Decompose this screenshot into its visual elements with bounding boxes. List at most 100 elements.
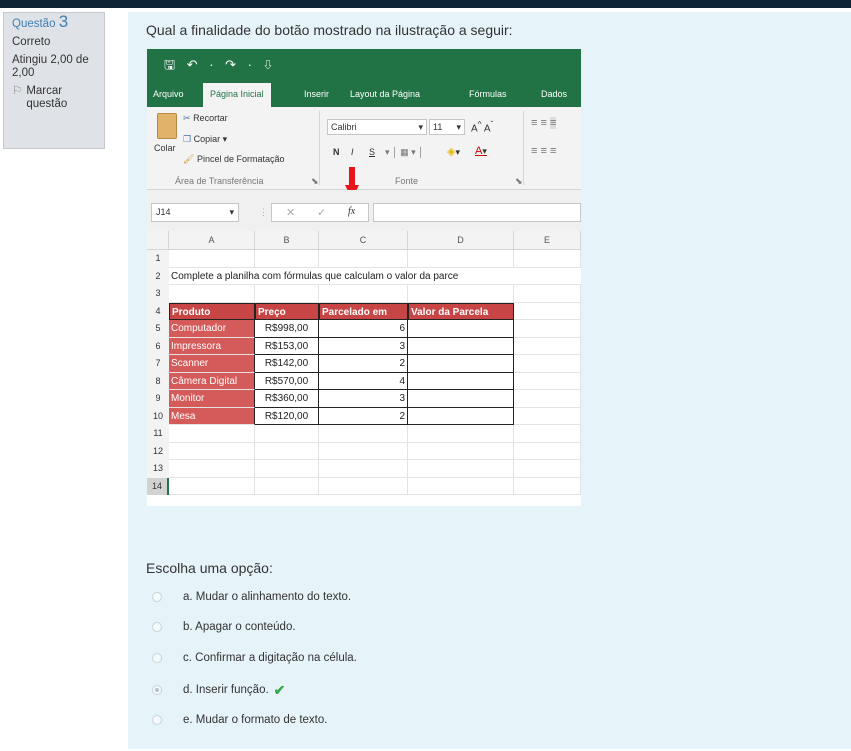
paste-icon — [157, 113, 177, 139]
grid-cell — [408, 425, 514, 443]
formula-bar-dots: ⋮ — [259, 207, 268, 217]
grid-cell — [514, 407, 581, 425]
grid-cell — [255, 442, 319, 460]
grid-cell — [514, 372, 581, 390]
price-cell: R$360,00 — [255, 390, 319, 408]
font-size-select: 11 ▾ — [429, 119, 465, 135]
font-name-select: Calibri ▾ — [327, 119, 427, 135]
tab-inserir: Inserir — [304, 89, 330, 99]
row-header: 8 — [147, 372, 169, 390]
grid-cell — [169, 442, 255, 460]
borders-icon: ▾ │ ▦ ▾ │ — [385, 147, 424, 157]
grid-cell — [514, 337, 581, 355]
option-item[interactable]: c. Confirmar a digitação na célula. — [152, 649, 357, 667]
radio-button[interactable] — [152, 592, 162, 602]
row-header: 10 — [147, 407, 169, 425]
radio-button[interactable] — [152, 715, 162, 725]
grid-cell — [319, 477, 408, 495]
copy-icon: ❐ — [183, 134, 192, 144]
ribbon-divider — [319, 111, 320, 185]
tab-pagina-inicial: Página Inicial — [203, 83, 271, 107]
installment-value-cell — [408, 355, 514, 373]
column-header: D — [408, 231, 514, 250]
brush-icon: 🖌 — [183, 154, 195, 164]
paste-label: Colar — [154, 143, 176, 153]
question-info-panel: Questão 3 Correto Atingiu 2,00 de 2,00 ⚐… — [3, 12, 105, 149]
product-cell: Computador — [169, 320, 255, 338]
table-header-cell: Preço — [255, 302, 319, 320]
row-header: 9 — [147, 390, 169, 408]
cancel-icon: ✕ — [286, 207, 296, 219]
clipboard-group-label: Área de Transferência — [175, 176, 264, 186]
grid-cell — [408, 460, 514, 478]
grid-cell — [319, 285, 408, 303]
column-header: B — [255, 231, 319, 250]
tab-formulas: Fórmulas — [469, 89, 507, 99]
question-number: Questão 3 — [12, 12, 69, 31]
price-cell: R$570,00 — [255, 372, 319, 390]
formula-input — [373, 203, 581, 222]
bold-button: N — [333, 147, 340, 157]
grid-cell — [514, 442, 581, 460]
select-all-corner — [147, 231, 169, 250]
flag-question-link[interactable]: ⚐ Marcar questão — [12, 85, 96, 111]
tab-layout: Layout da Página — [350, 89, 421, 99]
font-group-label: Fonte — [395, 176, 419, 186]
product-cell: Monitor — [169, 390, 255, 408]
enter-icon: ✓ — [317, 207, 327, 219]
radio-button[interactable] — [152, 685, 162, 695]
grid-cell — [514, 477, 581, 495]
grid-cell — [169, 477, 255, 495]
grid-cell — [255, 250, 319, 268]
question-status: Correto — [12, 36, 51, 48]
option-item[interactable]: a. Mudar o alinhamento do texto. — [152, 588, 351, 606]
grid-cell — [319, 442, 408, 460]
option-item[interactable]: d. Inserir função. ✔ — [152, 681, 285, 699]
grid-cell — [169, 460, 255, 478]
row-header: 2 — [147, 267, 169, 285]
grid-cell — [255, 285, 319, 303]
column-header: C — [319, 231, 408, 250]
insert-function-icon: fx — [348, 206, 356, 217]
excel-screenshot: 🖫 ↶ · ↷ · ⇩ Arquivo Página Inicial Inser… — [147, 49, 581, 506]
align-top-icons: ≡ ≡ ≡ — [531, 117, 557, 129]
grid-cell — [408, 442, 514, 460]
grid-cell — [255, 460, 319, 478]
radio-button[interactable] — [152, 653, 162, 663]
excel-title-bar: 🖫 ↶ · ↷ · ⇩ Arquivo Página Inicial Inser… — [147, 49, 581, 107]
row-header: 13 — [147, 460, 169, 478]
grid-cell — [514, 460, 581, 478]
installments-cell: 3 — [319, 337, 408, 355]
grid-cell — [514, 285, 581, 303]
installment-value-cell — [408, 337, 514, 355]
cut-button: ✂ Recortar — [183, 113, 228, 123]
option-label: b. Apagar o conteúdo. — [183, 621, 296, 633]
grid-cell — [514, 355, 581, 373]
grid-cell — [514, 320, 581, 338]
option-item[interactable]: e. Mudar o formato de texto. — [152, 711, 327, 729]
grid-cell — [169, 285, 255, 303]
column-header: A — [169, 231, 255, 250]
row-header: 7 — [147, 355, 169, 373]
top-bar — [0, 0, 851, 8]
row-header: 1 — [147, 250, 169, 268]
checkmark-icon: ✔ — [273, 681, 286, 698]
price-cell: R$120,00 — [255, 407, 319, 425]
ribbon-divider-2 — [523, 111, 524, 185]
dialog-launcher-icon: ⬊ — [515, 176, 523, 186]
tab-arquivo: Arquivo — [153, 89, 184, 99]
row-header: 6 — [147, 337, 169, 355]
option-item[interactable]: b. Apagar o conteúdo. — [152, 618, 296, 636]
copy-button: ❐ Copiar ▾ — [183, 134, 228, 144]
radio-button[interactable] — [152, 622, 162, 632]
option-label: a. Mudar o alinhamento do texto. — [183, 591, 352, 603]
installment-value-cell — [408, 372, 514, 390]
option-label: d. Inserir função. — [183, 684, 269, 696]
grid-cell — [514, 302, 581, 320]
grid-cell — [255, 425, 319, 443]
quick-access-toolbar: 🖫 ↶ · ↷ · ⇩ — [164, 57, 277, 72]
choose-option-prompt: Escolha uma opção: — [146, 560, 273, 576]
installments-cell: 2 — [319, 407, 408, 425]
formula-buttons: ✕ ✓ fx — [271, 203, 369, 222]
table-header-cell: Valor da Parcela — [408, 302, 514, 320]
